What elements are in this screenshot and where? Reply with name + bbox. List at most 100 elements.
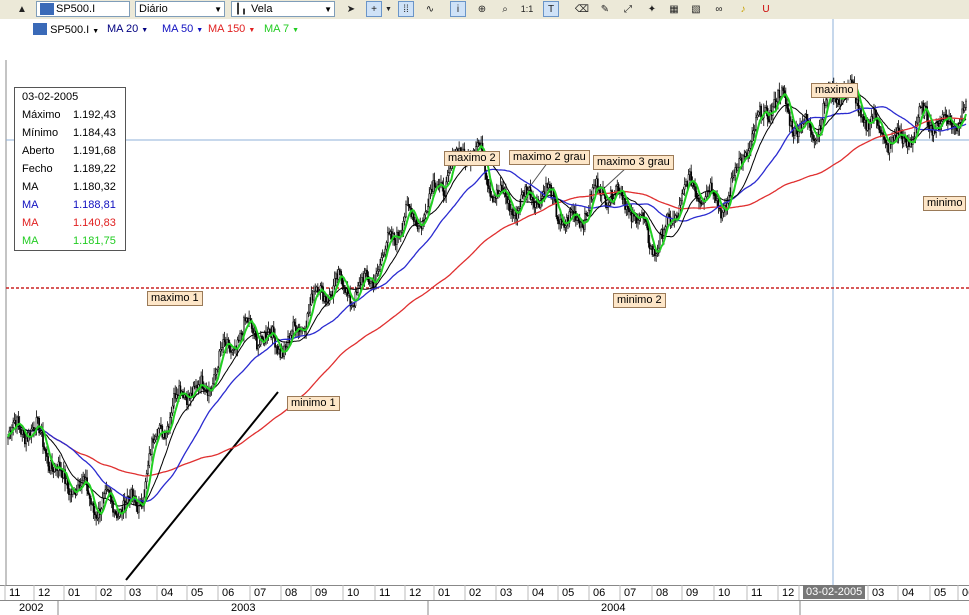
info-value: 1.192,43: [73, 109, 116, 121]
info-value: 1.181,75: [73, 235, 116, 247]
candle-body: [193, 385, 196, 388]
candle-body: [46, 453, 48, 457]
candle-body: [519, 206, 521, 209]
candle-body: [893, 134, 896, 141]
annotation-minimo-2[interactable]: minimo 2: [613, 293, 666, 308]
candle-body: [689, 171, 691, 175]
candle-body: [69, 490, 72, 495]
candle-body: [512, 214, 515, 216]
candle-body: [580, 222, 582, 228]
candle-body: [586, 214, 589, 217]
candle-body: [691, 182, 694, 186]
candle-body: [431, 188, 433, 192]
candle-body: [239, 332, 241, 341]
candle-body: [101, 498, 104, 510]
candle-body: [333, 278, 336, 287]
annotation-maximo-2[interactable]: maximo 2: [444, 151, 500, 166]
candle-body: [21, 430, 24, 435]
candle-body: [906, 140, 909, 147]
candle-body: [261, 335, 263, 339]
candle-body: [342, 285, 345, 288]
candle-body: [921, 102, 923, 108]
info-row-ma7: MA 1.181,75: [22, 235, 122, 251]
candle-body: [148, 453, 151, 466]
candle-body: [219, 349, 222, 352]
candle-body: [778, 90, 781, 98]
candle-body: [232, 349, 235, 351]
candle-body: [884, 139, 887, 143]
candle-body: [61, 470, 64, 479]
candle-body: [245, 318, 248, 322]
candle-body: [490, 196, 493, 198]
candle-body: [383, 253, 385, 256]
candle-body: [485, 173, 488, 180]
candle-body: [361, 277, 363, 285]
candle-body: [147, 465, 149, 474]
candle-body: [84, 477, 87, 480]
candle-body: [507, 199, 510, 204]
candle-body: [769, 110, 772, 123]
candle-body: [748, 148, 751, 152]
candle-body: [31, 427, 34, 430]
month-label: 05: [934, 587, 947, 599]
candle-body: [47, 456, 50, 467]
candle-body: [414, 219, 416, 222]
candle-body: [661, 229, 664, 239]
candle-body: [78, 484, 81, 488]
candle-body: [278, 349, 280, 354]
candle-body: [546, 183, 549, 189]
candle-body: [630, 210, 633, 222]
annotation-minimo[interactable]: minimo: [923, 196, 967, 211]
month-label: 02: [469, 587, 482, 599]
candle-body: [696, 197, 699, 200]
candle-body: [83, 476, 86, 480]
candle-body: [217, 367, 219, 371]
candle-body: [244, 317, 247, 322]
candle-body: [165, 432, 168, 439]
annotation-maximo-3-grau[interactable]: maximo 3 grau: [593, 155, 674, 170]
time-axis[interactable]: 11 12 01 02 03 04 05 06 07 08 09 10 11 12 01 02 03 04 05 06…: [0, 585, 969, 615]
info-value: 1.184,43: [73, 127, 116, 139]
candle-body: [944, 114, 947, 116]
candle-body: [287, 336, 289, 348]
candle-body: [641, 212, 643, 216]
info-key: Máximo: [22, 109, 61, 121]
info-row-ma150: MA 1.140,83: [22, 217, 122, 233]
candle-body: [104, 489, 107, 495]
candle-body: [214, 374, 217, 376]
info-key: Fecho: [22, 163, 53, 175]
crosshair-date-label: 03-02-2005: [803, 585, 866, 599]
candle-body: [169, 417, 171, 428]
month-label: 10: [718, 587, 731, 599]
candle-body: [149, 453, 152, 455]
candle-body: [237, 339, 240, 342]
candle-body: [836, 99, 839, 104]
candle-body: [644, 219, 647, 222]
candle-body: [424, 211, 427, 216]
info-key: MA: [22, 235, 39, 247]
candle-body: [810, 130, 813, 135]
annotation-maximo-1[interactable]: maximo 1: [147, 291, 203, 306]
candle-body: [598, 189, 600, 192]
candle-body: [351, 305, 354, 307]
info-key: MA: [22, 217, 39, 229]
candle-body: [324, 296, 327, 303]
annotation-maximo-2-grau[interactable]: maximo 2 grau: [509, 150, 590, 165]
candle-body: [626, 206, 629, 209]
candle-body: [870, 116, 873, 123]
candle-body: [714, 195, 717, 201]
candle-body: [818, 125, 821, 135]
info-key: MA: [22, 181, 39, 193]
annotation-minimo-1[interactable]: minimo 1: [287, 396, 340, 411]
candle-body: [178, 385, 180, 396]
candle-body: [316, 286, 319, 293]
candle-body: [359, 282, 362, 285]
candle-body: [756, 114, 759, 118]
annotation-maximo[interactable]: maximo: [811, 83, 858, 98]
candle-body: [425, 211, 428, 213]
candle-body: [174, 393, 177, 399]
candle-body: [813, 138, 816, 141]
candle-body: [655, 253, 658, 257]
info-key: Aberto: [22, 145, 55, 157]
candle-body: [797, 131, 800, 137]
